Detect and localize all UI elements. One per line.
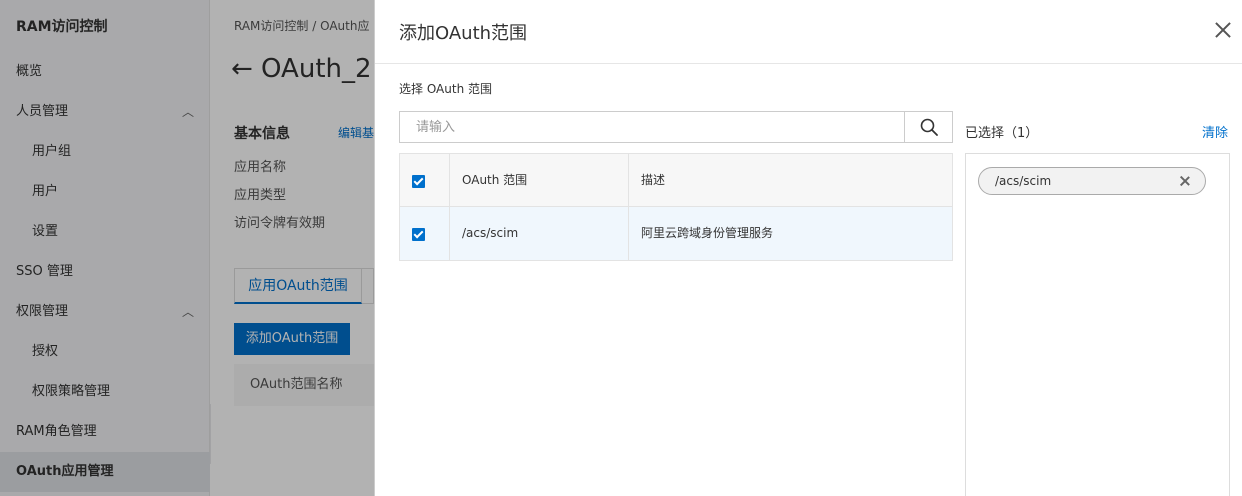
- search-button[interactable]: [904, 112, 952, 142]
- remove-tag-icon[interactable]: [1179, 175, 1191, 187]
- search-input[interactable]: [400, 112, 904, 142]
- column-header-description: 描述: [641, 173, 666, 187]
- selected-panel: /acs/scim: [965, 153, 1230, 496]
- table-row[interactable]: /acs/scim 阿里云跨域身份管理服务: [400, 207, 952, 260]
- table-header-row: OAuth 范围 描述: [400, 154, 952, 207]
- scope-cell: /acs/scim: [450, 207, 629, 260]
- drawer-title: 添加OAuth范围: [399, 23, 528, 44]
- scope-table: OAuth 范围 描述 /acs/scim 阿里云跨域身份管理服务: [399, 153, 953, 261]
- add-oauth-scope-drawer: 添加OAuth范围 选择 OAuth 范围 OAuth 范围 描述 /acs/s…: [374, 0, 1242, 496]
- search-icon: [920, 118, 938, 136]
- selected-tag-label: /acs/scim: [995, 174, 1052, 188]
- row-select-cell: [400, 207, 450, 260]
- search-box: [399, 111, 953, 143]
- select-all-cell: [400, 154, 450, 207]
- modal-overlay[interactable]: [0, 0, 374, 496]
- close-icon[interactable]: [1213, 20, 1233, 40]
- select-all-checkbox[interactable]: [412, 175, 425, 188]
- selected-count-title: 已选择（1）: [965, 126, 1039, 141]
- clear-selection-link[interactable]: 清除: [1202, 122, 1228, 141]
- row-checkbox[interactable]: [412, 228, 425, 241]
- description-cell: 阿里云跨域身份管理服务: [641, 226, 774, 240]
- selected-tag: /acs/scim: [978, 167, 1206, 195]
- drawer-header: 添加OAuth范围: [375, 0, 1242, 64]
- field-label: 选择 OAuth 范围: [399, 82, 492, 96]
- column-header-scope: OAuth 范围: [450, 154, 629, 207]
